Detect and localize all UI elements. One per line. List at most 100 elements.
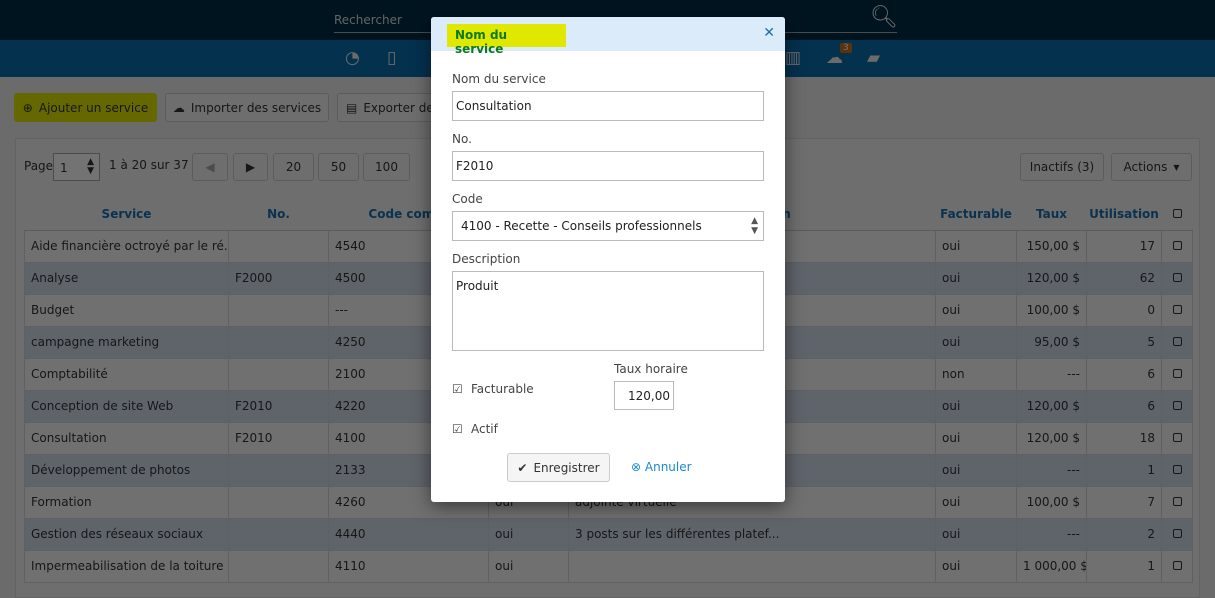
building-icon[interactable]: ▯ xyxy=(387,48,396,68)
save-button[interactable]: ✔ Enregistrer xyxy=(507,453,610,482)
column-header[interactable]: Utilisation xyxy=(1086,198,1162,231)
caret-down-icon: ▼ xyxy=(1173,162,1180,172)
rate-field[interactable]: 120,00 xyxy=(614,381,674,410)
check-circle-icon: ✔ xyxy=(517,460,528,475)
table-cell: 4440 xyxy=(328,517,489,551)
table-cell: 4110 xyxy=(328,549,489,583)
table-cell: oui xyxy=(935,549,1017,583)
code-select[interactable]: 4100 - Recette - Conseils professionnels… xyxy=(452,211,764,241)
table-cell: 120,00 $ xyxy=(1016,261,1087,295)
row-checkbox[interactable] xyxy=(1161,517,1193,551)
table-cell: F2000 xyxy=(228,261,329,295)
column-header[interactable]: Service xyxy=(24,198,229,231)
table-cell xyxy=(228,517,329,551)
book-icon[interactable]: ▰ xyxy=(867,48,880,68)
modal-title: Nom du service xyxy=(447,24,566,56)
table-cell: 7 xyxy=(1086,485,1162,519)
x-circle-icon: ⊗ xyxy=(631,460,642,474)
table-cell: Développement de photos xyxy=(24,453,229,487)
name-label: Nom du service xyxy=(452,72,546,86)
table-cell: oui xyxy=(935,453,1017,487)
page-spinner[interactable]: 1 ▲ ▼ xyxy=(53,153,100,181)
table-cell: F2010 xyxy=(228,421,329,455)
table-cell: 0 xyxy=(1086,293,1162,327)
table-cell: oui xyxy=(935,389,1017,423)
row-checkbox[interactable] xyxy=(1161,549,1193,583)
service-modal: Nom du service ✕ Nom du service Consulta… xyxy=(431,17,785,502)
description-textarea[interactable]: Produit xyxy=(452,271,764,351)
row-checkbox[interactable] xyxy=(1161,325,1193,359)
no-field[interactable]: F2010 xyxy=(452,151,764,181)
code-value: 4100 - Recette - Conseils professionnels xyxy=(461,219,702,233)
row-checkbox[interactable] xyxy=(1161,421,1193,455)
add-service-button[interactable]: ⊕ Ajouter un service xyxy=(14,93,157,122)
active-checkbox[interactable]: ☑ xyxy=(452,422,463,436)
row-checkbox[interactable] xyxy=(1161,485,1193,519)
description-label: Description xyxy=(452,252,521,266)
table-cell: non xyxy=(935,357,1017,391)
table-cell: 1 xyxy=(1086,549,1162,583)
table-cell: --- xyxy=(1016,453,1087,487)
actions-dropdown[interactable]: Actions ▼ xyxy=(1111,153,1192,181)
cancel-button[interactable]: ⊗ Annuler xyxy=(631,460,692,474)
spinner-arrows-icon[interactable]: ▲ ▼ xyxy=(87,158,94,176)
arrow-left-icon: ◀ xyxy=(205,160,215,174)
row-checkbox[interactable] xyxy=(1161,261,1193,295)
prev-page-button[interactable]: ◀ xyxy=(192,153,228,181)
page-size-20[interactable]: 20 xyxy=(273,153,314,181)
table-cell: Consultation xyxy=(24,421,229,455)
table-cell: Aide financière octroyé par le ré... xyxy=(24,229,229,263)
column-header[interactable]: No. xyxy=(228,198,329,231)
table-cell: 150,00 $ xyxy=(1016,229,1087,263)
row-checkbox[interactable] xyxy=(1161,389,1193,423)
row-checkbox[interactable] xyxy=(1161,357,1193,391)
table-cell xyxy=(228,549,329,583)
table-cell: 17 xyxy=(1086,229,1162,263)
table-cell: --- xyxy=(1016,357,1087,391)
table-cell: oui xyxy=(935,261,1017,295)
table-cell: 95,00 $ xyxy=(1016,325,1087,359)
name-field[interactable]: Consultation xyxy=(452,91,764,121)
table-cell: 18 xyxy=(1086,421,1162,455)
column-header[interactable]: Facturable xyxy=(935,198,1017,231)
export-services-button[interactable]: ▤ Exporter de xyxy=(337,93,431,122)
plus-circle-icon: ⊕ xyxy=(22,100,33,115)
next-page-button[interactable]: ▶ xyxy=(233,153,268,181)
table-cell: oui xyxy=(935,485,1017,519)
import-services-button[interactable]: ☁ Importer des services xyxy=(165,93,329,122)
table-cell: Conception de site Web xyxy=(24,389,229,423)
inactive-filter-button[interactable]: Inactifs (3) xyxy=(1020,153,1104,181)
column-header[interactable]: Taux xyxy=(1016,198,1087,231)
table-cell: 1 000,00 $ xyxy=(1016,549,1087,583)
search-icon[interactable]: 🔍︎ xyxy=(870,5,898,30)
excel-icon: ▤ xyxy=(346,100,358,115)
cloud-upload-icon: ☁ xyxy=(172,100,185,115)
page-size-50[interactable]: 50 xyxy=(318,153,359,181)
table-row[interactable]: Gestion des réseaux sociaux 4440 oui 3 post… xyxy=(24,517,1193,551)
table-row[interactable]: Impermeabilisation de la toiture 4110 oui o… xyxy=(24,549,1193,583)
billable-checkbox[interactable]: ☑ xyxy=(452,382,463,396)
table-cell: Analyse xyxy=(24,261,229,295)
table-cell: 120,00 $ xyxy=(1016,421,1087,455)
table-cell: oui xyxy=(488,517,569,551)
row-checkbox[interactable] xyxy=(1161,229,1193,263)
page-size-100[interactable]: 100 xyxy=(363,153,410,181)
table-cell xyxy=(228,357,329,391)
table-cell: oui xyxy=(488,549,569,583)
chart-icon[interactable]: ▥ xyxy=(785,48,801,68)
table-cell: Budget xyxy=(24,293,229,327)
dashboard-icon[interactable]: ◔ xyxy=(345,48,360,68)
row-checkbox[interactable] xyxy=(1161,293,1193,327)
table-cell: --- xyxy=(1016,517,1087,551)
row-checkbox[interactable] xyxy=(1161,453,1193,487)
active-label: Actif xyxy=(471,422,498,436)
table-cell: oui xyxy=(935,229,1017,263)
table-cell xyxy=(228,325,329,359)
table-cell: oui xyxy=(935,517,1017,551)
close-icon[interactable]: ✕ xyxy=(763,25,775,41)
rate-label: Taux horaire xyxy=(614,362,688,376)
table-cell: Comptabilité xyxy=(24,357,229,391)
cloud-badge: 3 xyxy=(840,43,852,53)
select-all-checkbox[interactable] xyxy=(1161,198,1193,231)
table-cell: 2 xyxy=(1086,517,1162,551)
